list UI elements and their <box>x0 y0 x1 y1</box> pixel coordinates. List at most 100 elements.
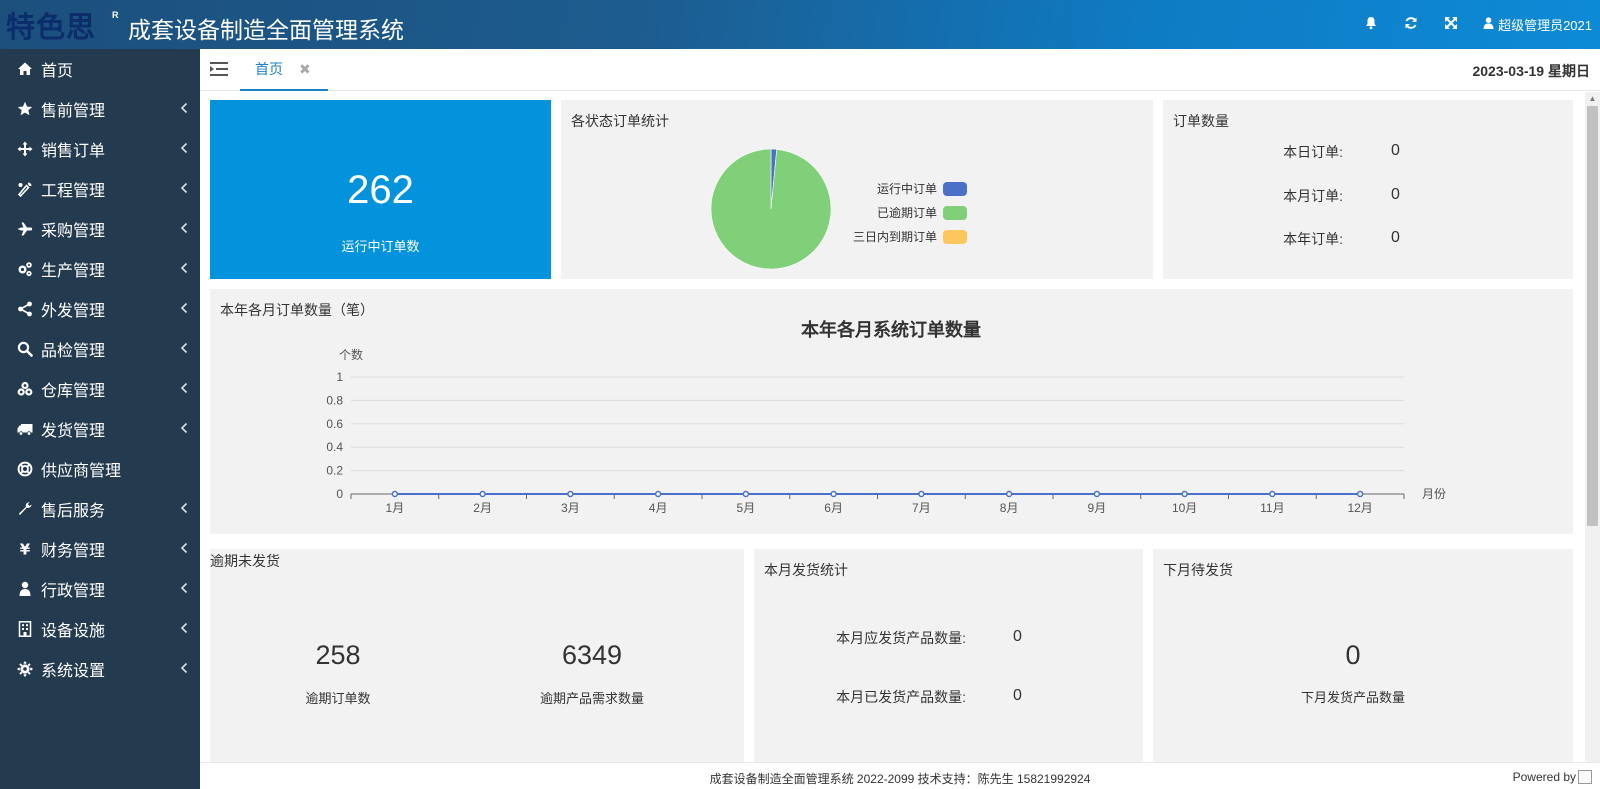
user-menu[interactable]: 超级管理员2021 <box>1471 15 1600 34</box>
running-orders-label: 运行中订单数 <box>341 239 420 254</box>
sidebar-item-label: 外发管理 <box>41 303 106 320</box>
y-tick-label: 0.8 <box>326 393 343 407</box>
tab-home[interactable]: 首页 ✖ <box>240 49 328 91</box>
pie-slice-1[interactable] <box>710 148 832 270</box>
lifebuoy-icon <box>17 461 39 477</box>
status-pie-chart <box>710 148 832 270</box>
chevron-left-icon <box>180 621 188 637</box>
tab-close-icon[interactable]: ✖ <box>299 61 311 78</box>
month-orders-value: 0 <box>1391 186 1400 203</box>
home-icon <box>17 61 39 77</box>
chevron-left-icon <box>180 541 188 557</box>
overdue-title: 逾期未发货 <box>210 553 280 569</box>
yen-icon: ¥ <box>17 541 39 557</box>
data-point <box>567 490 574 498</box>
refresh-icon[interactable] <box>1391 16 1431 33</box>
status-pie-panel: 各状态订单统计 运行中订单 已逾期订单 三日内到期订单 <box>561 100 1153 279</box>
sidebar-item-label: 工程管理 <box>41 183 106 200</box>
sidebar-item-10[interactable]: 供应商管理 <box>0 449 200 489</box>
wrench-tool-icon <box>17 181 39 197</box>
sidebar-item-label: 系统设置 <box>41 663 106 680</box>
chevron-left-icon <box>180 181 188 197</box>
y-tick-label: 0 <box>336 487 343 501</box>
footer: 成套设备制造全面管理系统 2022-2099 技术支持：陈先生 15821992… <box>200 762 1600 789</box>
data-point <box>742 490 750 498</box>
chevron-left-icon <box>180 501 188 517</box>
bell-icon[interactable] <box>1351 16 1391 33</box>
sidebar-item-13[interactable]: 行政管理 <box>0 569 200 609</box>
x-tick-label: 10月 <box>1172 501 1197 515</box>
sidebar-item-4[interactable]: 采购管理 <box>0 209 200 249</box>
gear-icon <box>17 661 39 677</box>
x-tick-label: 8月 <box>1000 501 1019 515</box>
x-tick-label: 9月 <box>1088 501 1107 515</box>
building-icon <box>17 621 39 637</box>
chevron-left-icon <box>180 101 188 117</box>
next-month-value: 0 <box>1345 640 1361 670</box>
scroll-thumb[interactable] <box>1587 106 1598 526</box>
sidebar-item-label: 售后服务 <box>41 503 106 520</box>
sidebar-item-15[interactable]: 系统设置 <box>0 649 200 689</box>
month-shipped-label: 本月已发货产品数量: <box>836 689 966 705</box>
y-tick-label: 0.6 <box>326 417 343 431</box>
sidebar-item-label: 首页 <box>41 63 74 80</box>
truck-icon <box>17 421 39 437</box>
sidebar-item-7[interactable]: 品检管理 <box>0 329 200 369</box>
sidebar-item-label: 供应商管理 <box>41 463 122 480</box>
content-scrollbar[interactable]: ▲ <box>1585 92 1600 762</box>
sidebar-item-11[interactable]: 售后服务 <box>0 489 200 529</box>
x-tick-label: 6月 <box>824 501 843 515</box>
dashboard-content: 262 运行中订单数 各状态订单统计 运行中订单 已逾期订单 三日内到期订单 订… <box>200 92 1585 762</box>
today-orders-value: 0 <box>1391 142 1400 159</box>
sidebar-item-6[interactable]: 外发管理 <box>0 289 200 329</box>
powered-by-label: Powered by <box>1512 770 1576 784</box>
legend-running-swatch <box>943 181 967 196</box>
chevron-left-icon <box>180 341 188 357</box>
sidebar-item-3[interactable]: 工程管理 <box>0 169 200 209</box>
sidebar-item-label: 销售订单 <box>41 143 106 160</box>
sidebar-item-0[interactable]: 首页 <box>0 49 200 89</box>
share-icon <box>17 301 39 317</box>
monthly-orders-chart: 本年各月系统订单数量个数月份 1 0.8 0.6 0.4 0.2 0 1月 2月 3月 4月 5月 6月… <box>326 319 1446 515</box>
x-tick-label: 11月 <box>1260 501 1284 515</box>
sidebar-item-8[interactable]: 仓库管理 <box>0 369 200 409</box>
menu-toggle-icon[interactable] <box>210 61 230 77</box>
month-due-value: 0 <box>1013 628 1022 645</box>
legend-running[interactable]: 运行中订单 <box>877 180 967 197</box>
data-point <box>1269 490 1276 498</box>
legend-due-soon[interactable]: 三日内到期订单 <box>853 228 967 245</box>
sidebar-item-5[interactable]: 生产管理 <box>0 249 200 289</box>
header-actions: 超级管理员2021 <box>1351 0 1600 49</box>
y-tick-label: 1 <box>336 370 343 384</box>
sidebar-item-1[interactable]: 售前管理 <box>0 89 200 129</box>
sidebar-item-label: 发货管理 <box>41 423 106 440</box>
sidebar-item-12[interactable]: ¥ 财务管理 <box>0 529 200 569</box>
legend-running-label: 运行中订单 <box>876 182 937 196</box>
running-orders-value: 262 <box>347 168 414 212</box>
logo: 特色思 <box>6 10 97 44</box>
legend-overdue[interactable]: 已逾期订单 <box>877 204 967 221</box>
wrench-icon <box>17 501 39 517</box>
legend-due-soon-swatch <box>943 229 967 244</box>
data-point <box>391 490 399 498</box>
sidebar-item-2[interactable]: 销售订单 <box>0 129 200 169</box>
order-count-panel: 订单数量 本日订单: 0 本月订单: 0 本年订单: 0 <box>1163 100 1573 279</box>
legend-due-soon-label: 三日内到期订单 <box>852 230 937 244</box>
year-orders-label: 本年订单: <box>1283 231 1343 247</box>
month-shipping-panel: 本月发货统计 本月应发货产品数量: 0 本月已发货产品数量: 0 <box>754 549 1143 762</box>
sidebar-item-9[interactable]: 发货管理 <box>0 409 200 449</box>
top-header: 特色思 R 成套设备制造全面管理系统 超级管理员2021 <box>0 0 1600 49</box>
data-point <box>1005 490 1013 498</box>
x-axis-label: 月份 <box>1422 487 1446 501</box>
powered-by[interactable]: Powered by <box>1513 770 1592 784</box>
scroll-up-icon[interactable]: ▲ <box>1585 92 1600 106</box>
overdue-panel: 逾期未发货 258 逾期订单数 6349 逾期产品需求数量 <box>210 549 744 762</box>
fullscreen-icon[interactable] <box>1431 16 1471 33</box>
tab-home-label: 首页 <box>255 61 283 77</box>
cubes-icon <box>17 381 39 397</box>
arrows-icon <box>17 141 39 157</box>
sidebar-item-14[interactable]: 设备设施 <box>0 609 200 649</box>
sidebar-item-label: 采购管理 <box>41 223 106 240</box>
x-tick-label: 7月 <box>912 501 931 515</box>
running-orders-card[interactable]: 262 运行中订单数 <box>210 100 551 279</box>
